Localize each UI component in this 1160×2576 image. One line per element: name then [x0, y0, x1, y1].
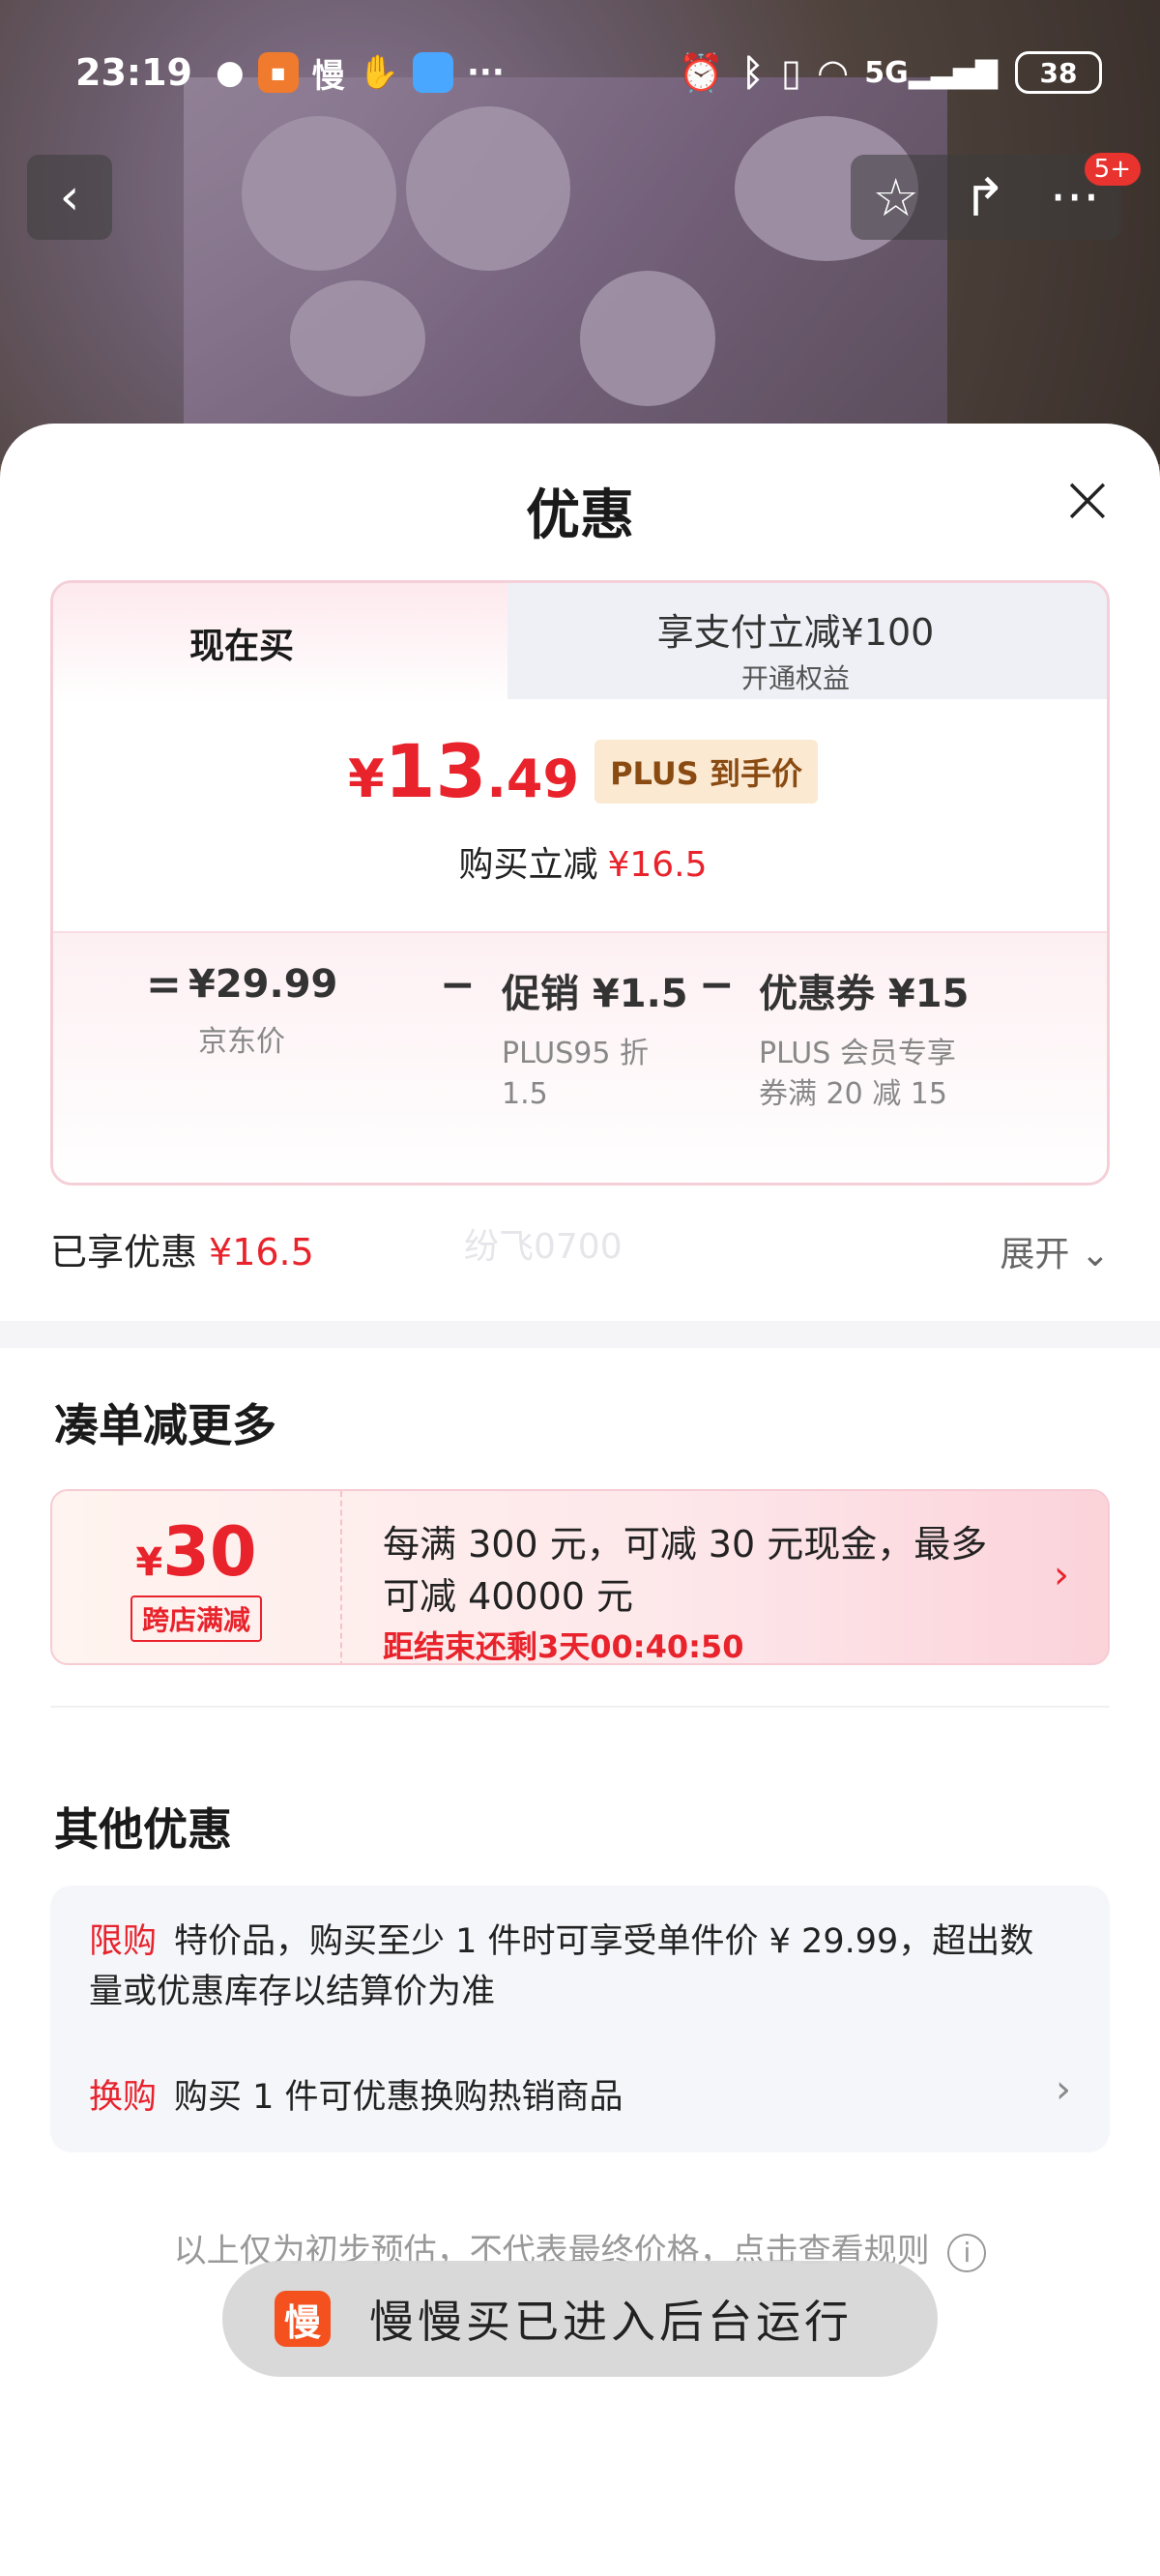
coupon-description: 每满 300 元，可减 30 元现金，最多可减 40000 元 [383, 1523, 988, 1618]
vibrate-icon: ▯ [781, 51, 801, 94]
slow-buy-icon: 慢 [311, 56, 345, 96]
plus-price-tag: PLUS 到手价 [594, 739, 818, 804]
minus-sign: − [440, 960, 476, 1010]
tab-pay-discount[interactable]: 享支付立减¥100 开通权益 [478, 583, 1107, 699]
share-icon[interactable]: ↱ [963, 167, 1006, 228]
back-button[interactable]: ‹ [27, 155, 112, 240]
enjoyed-label: 已享优惠 [50, 1231, 198, 1273]
info-icon: i [947, 2234, 987, 2272]
alarm-icon: ⏰ [678, 50, 725, 94]
status-time: 23:19 [75, 51, 192, 94]
price-decimal: .49 [486, 748, 580, 809]
other-section-title: 其他优惠 [54, 1803, 232, 1856]
app-icon: ■ [257, 52, 299, 93]
expand-button[interactable]: 展开 ⌄ [1000, 1226, 1110, 1276]
nav-actions: ☆ ↱ ··· [851, 155, 1121, 240]
coupon-detail: PLUS 会员专享券满 20 减 15 [759, 1037, 956, 1111]
enjoyed-value: ¥16.5 [209, 1231, 314, 1273]
section-divider [0, 1321, 1160, 1348]
chevron-down-icon: ⌄ [1080, 1235, 1110, 1274]
favorite-star-icon[interactable]: ☆ [872, 167, 918, 228]
chevron-right-icon: › [1056, 2067, 1071, 2112]
tab-pay-subtitle: 开通权益 [740, 662, 850, 694]
toast-text: 慢慢买已进入后台运行 [369, 2296, 853, 2348]
instant-reduce-row: 购买立减 ¥16.5 [53, 836, 1107, 887]
currency-symbol: ¥ [348, 748, 385, 809]
tab-pay-title: 享支付立减¥100 [656, 611, 935, 654]
coupon-type-tag: 跨店满减 [130, 1595, 262, 1642]
equals-sign: = [146, 960, 182, 1010]
final-price-row: ¥13.49 PLUS 到手价 [53, 728, 1107, 814]
watermark: 纷飞0700 [464, 1227, 623, 1267]
message-badge: 5+ [1084, 153, 1141, 186]
cross-store-coupon[interactable]: ¥30 跨店满减 每满 300 元，可减 30 元现金，最多可减 40000 元… [50, 1489, 1110, 1665]
minus-sign: − [699, 960, 735, 1010]
instant-reduce-value: ¥16.5 [607, 845, 708, 885]
toast: 慢 慢慢买已进入后台运行 [222, 2261, 938, 2377]
more-dots-icon: ··· [466, 53, 505, 92]
final-price: ¥13.49 [348, 728, 579, 814]
enjoyed-discount: 已享优惠 ¥16.5 [50, 1222, 314, 1275]
price-integer: 13 [384, 728, 487, 814]
limit-purchase-row: 限购 特价品，购买至少 1 件时可享受单件价 ¥ 29.99，超出数量或优惠库存以… [89, 1917, 1065, 2017]
price-card: 享支付立减¥100 开通权益 现在买 ¥13.49 PLUS 到手价 购买立减 ¥… [50, 580, 1110, 1186]
jd-price-value: ¥29.99 [188, 962, 338, 1007]
hand-icon: ✋ [358, 53, 399, 92]
close-icon: × [1058, 459, 1116, 539]
promo-value: 促销 ¥1.5 [502, 972, 688, 1016]
limit-tag: 限购 [89, 1922, 158, 1961]
sheet-title: 优惠 [526, 484, 634, 547]
other-discounts-card: 限购 特价品，购买至少 1 件时可享受单件价 ¥ 29.99，超出数量或优惠库存以… [50, 1886, 1110, 2152]
chevron-right-icon: › [1054, 1553, 1069, 1597]
wechat-icon: ● [215, 53, 245, 92]
status-bar: 23:19 ● ■ 慢 ✋ ··· ⏰ ᛒ ▯ ◠ 5G▂▃▅▇ 38 [0, 39, 1160, 106]
swap-purchase-row[interactable]: 换购 购买 1 件可优惠换购热销商品 [89, 2069, 1065, 2119]
coupon-countdown: 距结束还剩3天00:40:50 [383, 1628, 744, 1665]
coupon-value: 优惠券 ¥15 [759, 972, 970, 1016]
jd-price-label: 京东价 [198, 1025, 285, 1059]
coupon-amount-block: ¥30 跨店满减 [52, 1491, 342, 1663]
bluetooth-icon: ᛒ [741, 51, 765, 94]
close-button[interactable]: × [1054, 465, 1121, 538]
tab-buy-now-label: 现在买 [188, 627, 294, 666]
expand-label: 展开 [1000, 1235, 1070, 1274]
weather-icon [412, 52, 453, 93]
coupon-amount: ¥30 [52, 1512, 340, 1592]
wifi-icon: ◠ [818, 51, 848, 94]
limit-text: 特价品，购买至少 1 件时可享受单件价 ¥ 29.99，超出数量或优惠库存以结算… [89, 1922, 1034, 2011]
promo-detail: PLUS95 折 1.5 [502, 1037, 650, 1111]
price-breakdown: = ¥29.99 京东价 − 促销 ¥1.5 PLUS95 折 1.5 − 优惠… [53, 931, 1107, 1183]
divider-line [50, 1706, 1110, 1708]
battery-indicator: 38 [1015, 51, 1102, 94]
app-logo-icon: 慢 [275, 2291, 331, 2347]
coupon-amount-value: 30 [162, 1512, 257, 1592]
tab-buy-now[interactable]: 现在买 [53, 583, 508, 703]
coupon-currency: ¥ [135, 1540, 163, 1585]
bundle-section-title: 凑单减更多 [54, 1399, 276, 1451]
chevron-left-icon: ‹ [59, 168, 80, 226]
swap-tag: 换购 [89, 2078, 158, 2117]
swap-text: 购买 1 件可优惠换购热销商品 [174, 2078, 624, 2117]
signal-5g-icon: 5G▂▃▅▇ [864, 55, 998, 90]
instant-reduce-label: 购买立减 [458, 845, 598, 885]
